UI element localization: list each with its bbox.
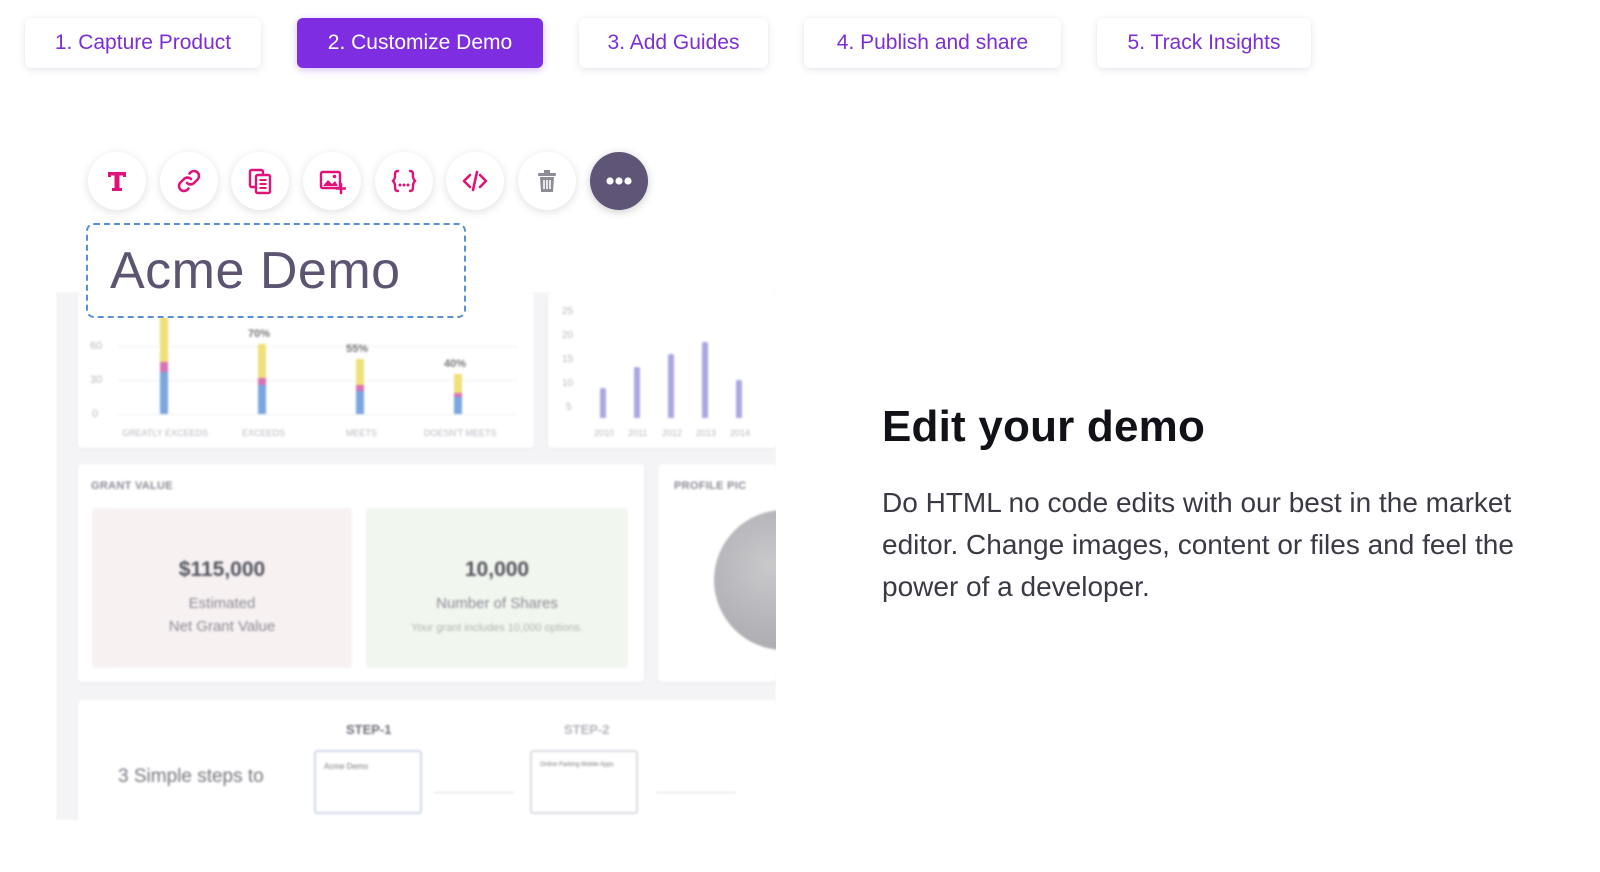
bar-segment <box>356 385 364 391</box>
bar-segment <box>258 384 266 414</box>
bar-segment <box>160 372 168 414</box>
text-tool-button[interactable] <box>88 152 146 210</box>
tick-label: 0 <box>92 408 99 420</box>
step-tabs: 1. Capture Product 2. Customize Demo 3. … <box>0 0 1600 100</box>
profile-pic-card: PROFILE PIC <box>658 464 776 682</box>
estimated-value-box: $115,000 Estimated Net Grant Value <box>92 508 352 668</box>
editor-toolbar <box>88 152 668 210</box>
tick-label: 2010 <box>594 428 615 438</box>
image-add-icon <box>319 170 346 195</box>
category-label: GREATLY EXCEEDS <box>122 428 209 438</box>
link-icon <box>177 169 201 193</box>
section-title: GRANT VALUE <box>91 480 173 492</box>
category-label: MEETS <box>346 428 378 438</box>
stat-label: Net Grant Value <box>168 618 276 635</box>
data-label: 70% <box>248 328 271 340</box>
bar-segment <box>454 393 462 398</box>
link-tool-button[interactable] <box>160 152 218 210</box>
steps-card: STEP-1 STEP-2 3 Simple steps to Acme Dem… <box>78 700 776 820</box>
tick-label: 10 <box>562 378 574 389</box>
category-label: DOESN'T MEETS <box>424 428 497 438</box>
stat-note: Your grant includes 10,000 options. <box>410 622 584 634</box>
yearly-chart: 25 20 15 10 5 0 2010 2011 2012 2013 2014 <box>548 292 776 448</box>
data-label: 55% <box>346 343 369 355</box>
copy-icon <box>248 168 272 195</box>
stat-value: 10,000 <box>464 558 530 581</box>
more-dots-icon <box>606 177 632 185</box>
section-description: Do HTML no code edits with our best in t… <box>882 487 1514 602</box>
stat-label: Estimated <box>188 595 256 612</box>
tab-publish-and-share[interactable]: 4. Publish and share <box>804 18 1061 68</box>
tab-track-insights[interactable]: 5. Track Insights <box>1097 18 1311 68</box>
tick-label: 2012 <box>662 428 683 438</box>
tick-label: 25 <box>562 306 574 317</box>
steps-intro: 3 Simple steps to <box>118 766 264 787</box>
demo-preview: 60 30 0 70% 55% 40% GREATLY EXCEEDS EXCEED… <box>56 292 776 820</box>
bar-segment <box>160 314 168 362</box>
bar-segment <box>356 359 364 386</box>
delete-tool-button[interactable] <box>518 152 576 210</box>
variable-braces-icon <box>391 169 417 193</box>
bar <box>736 379 742 418</box>
tick-label: 5 <box>566 402 572 413</box>
stat-label: Number of Shares <box>436 595 558 612</box>
editable-text[interactable]: Acme Demo <box>110 241 401 301</box>
bar <box>668 354 674 418</box>
editable-text-box[interactable]: Acme Demo <box>86 223 466 318</box>
tab-customize-demo[interactable]: 2. Customize Demo <box>297 18 543 68</box>
step-label: STEP-2 <box>564 722 610 737</box>
trash-icon <box>538 170 556 192</box>
step-thumbnail: Acme Demo <box>314 750 422 814</box>
more-options-button[interactable] <box>590 152 648 210</box>
tick-label: 60 <box>90 340 103 352</box>
bar-segment <box>454 397 462 414</box>
variable-tool-button[interactable] <box>375 152 433 210</box>
duplicate-tool-button[interactable] <box>231 152 289 210</box>
bar <box>600 388 606 418</box>
section-title: PROFILE PIC <box>674 480 747 492</box>
grant-value-card: GRANT VALUE $115,000 Estimated Net Grant… <box>78 464 644 682</box>
shares-box: 10,000 Number of Shares Your grant inclu… <box>366 508 628 668</box>
tick-label: 20 <box>562 330 574 341</box>
bar-segment <box>160 362 168 372</box>
text-icon <box>108 172 126 191</box>
bar <box>702 341 708 418</box>
category-label: EXCEEDS <box>242 428 286 438</box>
tab-add-guides[interactable]: 3. Add Guides <box>579 18 768 68</box>
tick-label: 2011 <box>628 428 648 438</box>
step-label: STEP-1 <box>346 722 392 737</box>
tick-label: 2013 <box>696 428 717 438</box>
bar-segment <box>356 390 364 414</box>
bar-segment <box>258 344 266 378</box>
code-tool-button[interactable] <box>446 152 504 210</box>
tick-label: 2014 <box>730 428 751 438</box>
tab-capture-product[interactable]: 1. Capture Product <box>25 18 261 68</box>
bar-segment <box>454 374 462 394</box>
profile-avatar <box>714 510 776 650</box>
bar <box>634 367 640 418</box>
bar-segment <box>258 377 266 385</box>
image-tool-button[interactable] <box>303 152 361 210</box>
tick-label: 30 <box>90 374 103 386</box>
step-thumbnail: Online Parking Mobile Apps <box>530 750 638 814</box>
stat-value: $115,000 <box>178 558 266 581</box>
section-headline: Edit your demo <box>882 402 1206 451</box>
data-label: 40% <box>444 358 467 370</box>
code-icon <box>462 170 488 192</box>
tick-label: 15 <box>562 354 574 365</box>
